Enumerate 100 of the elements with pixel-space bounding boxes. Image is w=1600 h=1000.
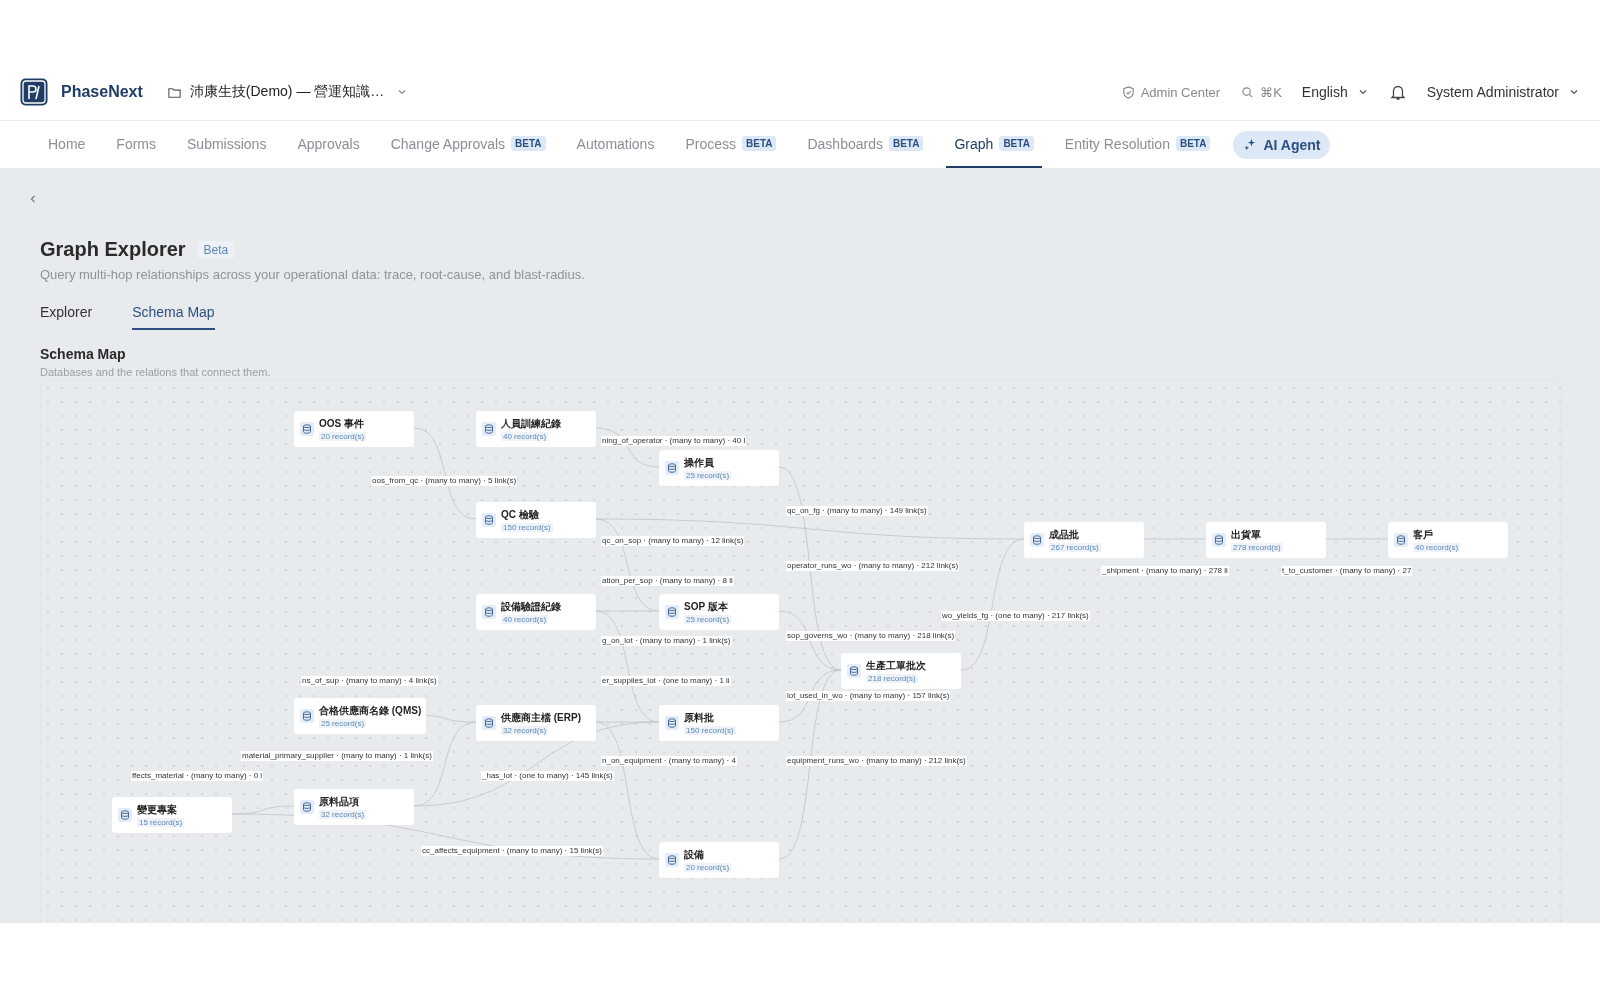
record-count: 25 record(s): [684, 615, 732, 624]
beta-badge: BETA: [1175, 136, 1211, 151]
record-count: 20 record(s): [319, 432, 367, 441]
database-node[interactable]: 供應商主檔 (ERP) 32 record(s): [476, 705, 596, 741]
edge-label: g_on_lot · (many to many) · 1 link(s): [601, 636, 732, 646]
edge-label: ffects_material · (many to many) · 0 l: [131, 771, 264, 781]
page-title: Graph Explorer: [40, 238, 186, 261]
nav-tab[interactable]: Dashboards BETA: [799, 121, 932, 168]
node-name: 合格供應商名錄 (QMS): [319, 704, 422, 718]
node-name: 客戶: [1413, 528, 1433, 542]
edge-label: ning_of_operator · (many to many) · 40 l: [601, 436, 747, 446]
edge-label: er_supplies_lot · (one to many) · 1 li: [601, 676, 731, 686]
database-node[interactable]: 原料批 150 record(s): [659, 705, 779, 741]
user-menu[interactable]: System Administrator: [1426, 84, 1580, 100]
shield-icon: [1120, 84, 1136, 100]
edge-label: qc_on_fg · (many to many) · 149 link(s): [786, 506, 928, 516]
database-node[interactable]: 設備驗證紀錄 40 record(s): [476, 594, 596, 630]
database-node[interactable]: 操作員 25 record(s): [659, 450, 779, 486]
database-node[interactable]: 合格供應商名錄 (QMS) 25 record(s): [294, 698, 427, 734]
admin-center-link[interactable]: Admin Center: [1120, 84, 1221, 100]
edge-label: cc_affects_equipment · (many to many) · 15 link(s): [421, 846, 603, 856]
node-name: 供應商主檔 (ERP): [501, 711, 581, 725]
beta-badge: BETA: [888, 136, 924, 151]
node-name: 原料品項: [319, 795, 359, 809]
section-subtitle: Databases and the relations that connect them.: [40, 366, 272, 378]
beta-badge: BETA: [999, 136, 1034, 151]
edge-label: qc_on_sop · (many to many) · 12 link(s): [601, 536, 745, 546]
database-icon: [300, 800, 314, 814]
page-subtitle: Query multi-hop relationships across your operational data: trace, root-cause, and blast-radius.: [40, 267, 586, 282]
database-node[interactable]: 原料品項 32 record(s): [294, 789, 414, 825]
database-node[interactable]: 變更專案 15 record(s): [112, 797, 232, 833]
node-name: 變更專案: [137, 803, 177, 817]
database-icon: [1394, 533, 1408, 547]
edge-label: ation_per_sop · (many to many) · 8 li: [601, 576, 734, 586]
notification-bell-icon[interactable]: [1388, 83, 1407, 101]
database-icon: [482, 605, 496, 619]
edge-label: _has_lot · (one to many) · 145 link(s): [481, 771, 614, 781]
record-count: 278 record(s): [1231, 543, 1283, 552]
edge-label: oos_from_qc · (many to many) · 5 link(s): [371, 476, 518, 486]
node-name: 操作員: [684, 456, 714, 470]
edge-label: lot_used_in_wo · (many to many) · 157 link(s): [786, 691, 951, 701]
edge-label: n_on_equipment · (many to many) · 4: [601, 756, 737, 766]
nav-tab[interactable]: Change Approvals BETA: [382, 121, 554, 168]
edge-label: material_primary_supplier · (many to many) · 1 link(s): [241, 751, 433, 761]
record-count: 32 record(s): [319, 810, 367, 819]
record-count: 25 record(s): [684, 471, 732, 480]
record-count: 218 record(s): [866, 674, 918, 683]
edge-label: _shipment · (many to many) · 278 li: [1101, 566, 1229, 576]
database-node[interactable]: 客戶 40 record(s): [1388, 522, 1508, 558]
database-icon: [847, 664, 861, 678]
node-name: 生產工單批次: [866, 659, 926, 673]
record-count: 150 record(s): [684, 726, 736, 735]
database-icon: [118, 808, 132, 822]
database-icon: [1212, 533, 1226, 547]
node-name: 設備: [684, 848, 704, 862]
node-name: 設備驗證紀錄: [501, 600, 561, 614]
database-icon: [665, 605, 679, 619]
database-icon: [665, 716, 679, 730]
database-node[interactable]: 設備 20 record(s): [659, 842, 779, 878]
database-node[interactable]: 生產工單批次 218 record(s): [841, 653, 961, 689]
node-name: QC 檢驗: [501, 508, 539, 522]
brand-name[interactable]: PhaseNext: [61, 83, 143, 101]
database-node[interactable]: QC 檢驗 150 record(s): [476, 502, 596, 538]
node-name: SOP 版本: [684, 600, 728, 614]
language-selector[interactable]: English: [1301, 84, 1369, 100]
node-name: OOS 事件: [319, 417, 364, 431]
nav-tab[interactable]: Process BETA: [677, 121, 785, 168]
edge-label: sop_governs_wo · (many to many) · 218 link(s): [786, 631, 956, 641]
ai-agent-button[interactable]: AI Agent: [1233, 130, 1331, 159]
database-icon: [300, 709, 314, 723]
edge-label: t_to_customer · (many to many) · 27: [1281, 566, 1413, 576]
view-tab[interactable]: Schema Map: [132, 304, 215, 330]
database-icon: [665, 853, 679, 867]
section-title: Schema Map: [40, 346, 127, 362]
beta-badge: BETA: [742, 136, 777, 151]
node-name: 人員訓練紀錄: [501, 417, 561, 431]
search-button[interactable]: ⌘K: [1240, 84, 1282, 100]
back-chevron-icon[interactable]: [28, 194, 38, 204]
beta-badge: BETA: [511, 136, 546, 151]
database-node[interactable]: OOS 事件 20 record(s): [294, 411, 414, 447]
workspace-selector[interactable]: 沛康生技(Demo) — 營運知識…: [166, 83, 409, 101]
database-node[interactable]: 成品批 267 record(s): [1024, 522, 1144, 558]
node-name: 原料批: [684, 711, 714, 725]
database-node[interactable]: SOP 版本 25 record(s): [659, 594, 779, 630]
database-node[interactable]: 出貨單 278 record(s): [1206, 522, 1326, 558]
record-count: 40 record(s): [1413, 543, 1461, 552]
record-count: 40 record(s): [501, 615, 549, 624]
node-name: 出貨單: [1231, 528, 1261, 542]
record-count: 20 record(s): [684, 863, 732, 872]
logo-icon: [20, 78, 48, 106]
edge-label: ns_of_sup · (many to many) · 4 link(s): [301, 676, 438, 686]
edge-label: wo_yields_fg · (one to many) · 217 link(s): [941, 611, 1090, 621]
nav-tab[interactable]: Entity Resolution BETA: [1056, 121, 1219, 168]
record-count: 267 record(s): [1049, 543, 1101, 552]
database-node[interactable]: 人員訓練紀錄 40 record(s): [476, 411, 596, 447]
record-count: 40 record(s): [501, 432, 549, 441]
view-tab[interactable]: Explorer: [40, 304, 93, 330]
database-icon: [482, 422, 496, 436]
record-count: 150 record(s): [501, 523, 553, 532]
record-count: 15 record(s): [137, 818, 185, 827]
